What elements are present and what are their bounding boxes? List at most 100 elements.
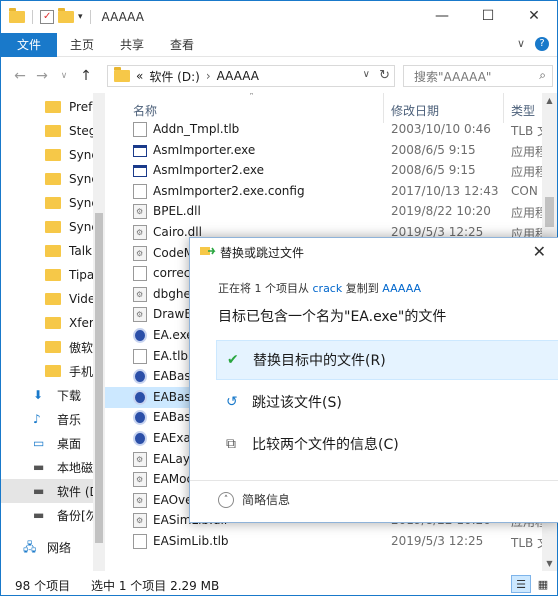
- forward-button[interactable]: →: [31, 68, 53, 84]
- file-type: TLB 文件: [511, 124, 543, 138]
- nav-item[interactable]: Stega: [1, 119, 97, 143]
- large-icons-view-button[interactable]: ▦: [533, 575, 553, 593]
- expand-ribbon-icon[interactable]: ∨: [517, 37, 525, 51]
- nav-item[interactable]: ▬ 本地磁盘: [1, 455, 97, 479]
- file-type: TLB 文: [511, 536, 543, 550]
- nav-item[interactable]: Synci: [1, 191, 97, 215]
- tab-file[interactable]: 文件: [1, 32, 58, 57]
- nav-item[interactable]: Synci: [1, 215, 97, 239]
- new-folder-icon[interactable]: [58, 8, 74, 23]
- sort-up-icon: ˄: [249, 93, 254, 103]
- nav-item[interactable]: Tipar: [1, 263, 97, 287]
- up-button[interactable]: ↑: [75, 68, 97, 84]
- nav-scrollbar[interactable]: [93, 93, 105, 571]
- nav-item-label: 桌面: [57, 436, 82, 451]
- file-type: CON: [511, 183, 538, 198]
- replace-option[interactable]: ✔ 替换目标中的文件(R): [216, 340, 558, 380]
- nav-item[interactable]: ▬ 备份[勿: [1, 503, 97, 527]
- nav-item-label: 网络: [47, 540, 72, 555]
- nav-item[interactable]: 🖧 网络: [1, 535, 97, 559]
- ea-icon: [133, 389, 147, 405]
- refresh-icon[interactable]: ↻: [379, 68, 390, 83]
- minimize-button[interactable]: —: [419, 1, 465, 31]
- destination-link[interactable]: AAAAA: [382, 282, 421, 295]
- file-type: 应用程: [511, 144, 543, 159]
- folder-icon: [45, 245, 61, 257]
- file-row[interactable]: AsmImporter2.exe.config 2017/10/13 12:43 C…: [105, 181, 543, 202]
- help-icon[interactable]: ?: [535, 37, 549, 51]
- back-button[interactable]: ←: [9, 68, 31, 84]
- search-icon[interactable]: ⌕: [539, 68, 546, 83]
- close-button[interactable]: ✕: [511, 1, 557, 31]
- column-name[interactable]: 名称: [133, 102, 157, 119]
- properties-icon[interactable]: ✓: [40, 10, 54, 24]
- nav-item[interactable]: Video: [1, 287, 97, 311]
- tab-home[interactable]: 主页: [57, 33, 107, 57]
- details-view-button[interactable]: ☰: [511, 575, 531, 593]
- title-bar: ✓ ▾ AAAAA — ☐ ✕: [1, 1, 557, 33]
- folder-icon: [45, 197, 61, 209]
- breadcrumb-folder[interactable]: AAAAA: [217, 69, 259, 83]
- copy-icon: [200, 247, 216, 255]
- address-bar[interactable]: « 软件 (D:) › AAAAA ∨ ↻: [107, 65, 395, 87]
- quick-access-dropdown-icon[interactable]: ▾: [78, 12, 83, 22]
- address-dropdown-icon[interactable]: ∨: [363, 69, 370, 80]
- tab-share[interactable]: 共享: [107, 33, 157, 57]
- file-row[interactable]: ⚙ BPEL.dll 2019/8/22 10:20 应用程: [105, 201, 543, 222]
- tab-view[interactable]: 查看: [157, 33, 207, 57]
- nav-item[interactable]: 傲软投: [1, 335, 97, 359]
- column-date[interactable]: 修改日期: [391, 102, 439, 119]
- dialog-close-button[interactable]: ✕: [533, 242, 546, 261]
- nav-scroll-thumb[interactable]: [95, 213, 103, 543]
- dll-icon: ⚙: [133, 307, 147, 323]
- scroll-up-icon[interactable]: ▲: [542, 93, 557, 108]
- dialog-divider: [190, 480, 558, 481]
- file-row[interactable]: EASimLib.tlb 2019/5/3 12:25 TLB 文: [105, 531, 543, 552]
- breadcrumb-drive[interactable]: 软件 (D:): [149, 68, 199, 85]
- search-placeholder: 搜索"AAAAA": [414, 69, 492, 84]
- search-input[interactable]: 搜索"AAAAA" ⌕: [403, 65, 553, 87]
- breadcrumb-prefix[interactable]: «: [136, 69, 143, 83]
- address-row: ← → ∨ ↑ « 软件 (D:) › AAAAA ∨ ↻ 搜索"AAAAA" …: [1, 61, 557, 91]
- file-date: 2019/5/3 12:25: [391, 534, 484, 548]
- folder-icon: [45, 365, 61, 377]
- skip-icon: ↺: [226, 394, 238, 410]
- scroll-down-icon[interactable]: ▼: [542, 556, 557, 571]
- nav-item[interactable]: 手机相: [1, 359, 97, 383]
- file-row[interactable]: Addn_Tmpl.tlb 2003/10/10 0:46 TLB 文件: [105, 119, 543, 140]
- file-icon: [133, 266, 147, 282]
- source-link[interactable]: crack: [313, 282, 343, 295]
- nav-item[interactable]: ▬ 软件 (D: [1, 479, 97, 503]
- nav-item[interactable]: ♪ 音乐: [1, 407, 97, 431]
- recent-dropdown-icon[interactable]: ∨: [53, 71, 75, 81]
- file-row[interactable]: AsmImporter2.exe 2008/6/5 9:15 应用程: [105, 160, 543, 181]
- nav-item[interactable]: Synci: [1, 143, 97, 167]
- nav-item[interactable]: ▭ 桌面: [1, 431, 97, 455]
- file-date: 2019/8/22 10:20: [391, 204, 491, 219]
- nav-item-label: 音乐: [57, 412, 82, 427]
- scroll-thumb[interactable]: [545, 197, 554, 227]
- file-icon: [133, 534, 147, 549]
- folder-icon: [45, 269, 61, 281]
- folder-icon: [45, 173, 61, 185]
- window-title: AAAAA: [101, 10, 144, 24]
- nav-item[interactable]: ⬇ 下载: [1, 383, 97, 407]
- nav-item-label: 软件 (D: [57, 484, 97, 499]
- replace-option-label: 替换目标中的文件(R): [253, 353, 386, 369]
- column-type[interactable]: 类型: [511, 102, 535, 119]
- folder-icon: [45, 293, 61, 305]
- chevron-right-icon[interactable]: ›: [206, 69, 211, 83]
- fewer-details-toggle[interactable]: ˄ 简略信息: [218, 491, 290, 508]
- file-date: 2017/10/13 12:43: [391, 183, 499, 198]
- nav-item[interactable]: Xfer: [1, 311, 97, 335]
- file-name: AsmImporter2.exe.config: [153, 183, 305, 198]
- nav-item[interactable]: Prefe: [1, 95, 97, 119]
- file-row[interactable]: AsmImporter.exe 2008/6/5 9:15 应用程: [105, 140, 543, 161]
- nav-item[interactable]: TalkH: [1, 239, 97, 263]
- compare-option[interactable]: ⧉ 比较两个文件的信息(C): [216, 424, 558, 464]
- nav-item[interactable]: Synci: [1, 167, 97, 191]
- skip-option[interactable]: ↺ 跳过该文件(S): [216, 382, 558, 422]
- maximize-button[interactable]: ☐: [465, 1, 511, 31]
- exe-icon: [133, 144, 147, 157]
- dll-icon: ⚙: [133, 451, 147, 467]
